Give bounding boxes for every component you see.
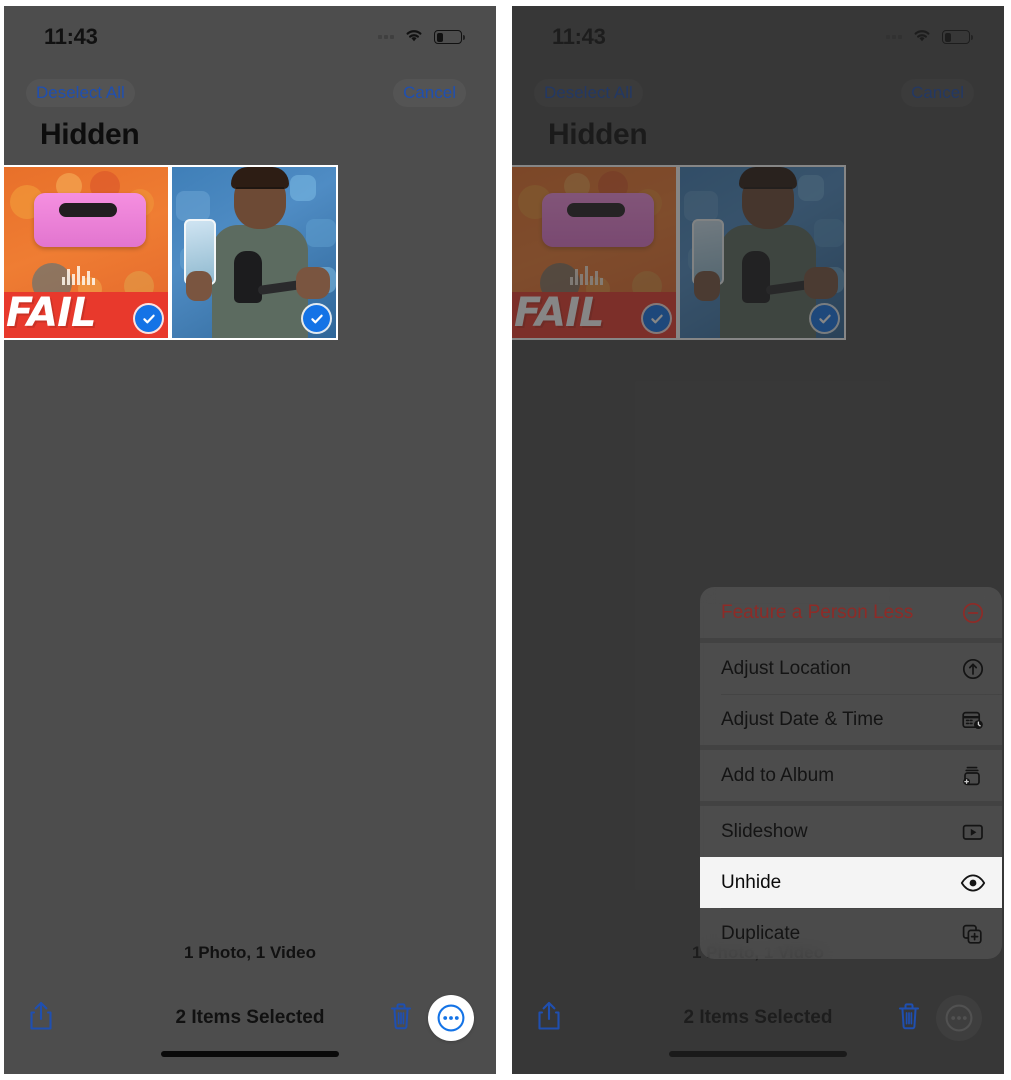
photo-thumbnail-fail-poster[interactable]: FAIL — [512, 167, 676, 338]
eye-icon — [960, 870, 986, 896]
wifi-icon — [911, 27, 933, 48]
home-indicator — [161, 1051, 339, 1057]
minus-circle-icon — [960, 600, 986, 626]
selection-check-icon[interactable] — [303, 305, 330, 332]
page-title: Hidden — [548, 118, 648, 151]
add-to-album-icon — [960, 763, 986, 789]
more-ellipsis-icon — [437, 1004, 465, 1032]
selection-toolbar-left: 2 Items Selected — [4, 992, 496, 1044]
slideshow-play-icon — [960, 819, 986, 845]
status-indicators — [378, 27, 465, 48]
nav-bar-left: Deselect All Cancel — [4, 72, 496, 114]
menu-item-label: Adjust Date & Time — [721, 708, 884, 730]
menu-item-label: Unhide — [721, 871, 782, 893]
video-thumbnail-person-mic[interactable] — [680, 167, 844, 338]
photo-grid: FAIL — [4, 165, 338, 340]
share-button[interactable] — [28, 1000, 54, 1037]
nav-bar-right: Deselect All Cancel — [512, 72, 1004, 114]
page-title: Hidden — [40, 118, 140, 151]
battery-low-icon — [434, 30, 465, 44]
menu-item-add-to-album[interactable]: Add to Album — [700, 750, 1002, 801]
battery-low-icon — [942, 30, 973, 44]
menu-item-label: Slideshow — [721, 820, 808, 842]
cancel-button[interactable]: Cancel — [393, 79, 466, 107]
trash-button[interactable] — [896, 1001, 922, 1036]
photo-context-menu: Feature a Person Less Adjust Location Ad… — [700, 587, 1002, 959]
location-arrow-circle-icon — [960, 656, 986, 682]
menu-item-adjust-location[interactable]: Adjust Location — [700, 643, 1002, 694]
trash-icon — [898, 1002, 920, 1029]
share-icon — [538, 1001, 560, 1030]
share-button[interactable] — [536, 1000, 562, 1037]
share-icon — [30, 1001, 52, 1030]
more-options-button[interactable] — [936, 995, 982, 1041]
selection-check-icon[interactable] — [643, 305, 670, 332]
wifi-icon — [403, 27, 425, 48]
cellular-signal-icon — [378, 35, 394, 39]
trash-icon — [390, 1002, 412, 1029]
screenshot-stage: 11:43 Deselect All Cancel Hidden FAIL 1 … — [0, 0, 1011, 1080]
phone-screen-left: 11:43 Deselect All Cancel Hidden FAIL 1 … — [4, 6, 496, 1074]
home-indicator — [669, 1051, 847, 1057]
more-ellipsis-icon — [945, 1004, 973, 1032]
thumbnail-overlay-text: FAIL — [6, 290, 96, 336]
photo-grid: FAIL — [512, 165, 846, 340]
menu-item-adjust-date-time[interactable]: Adjust Date & Time — [700, 694, 1002, 745]
status-bar-right: 11:43 — [512, 20, 1004, 54]
menu-item-label: Add to Album — [721, 764, 835, 786]
menu-group: Slideshow Unhide Duplicate — [700, 801, 1002, 959]
trash-button[interactable] — [388, 1001, 414, 1036]
status-indicators — [886, 27, 973, 48]
menu-item-label: Duplicate — [721, 922, 801, 944]
menu-group: Add to Album — [700, 745, 1002, 801]
deselect-all-button[interactable]: Deselect All — [534, 79, 643, 107]
status-time: 11:43 — [44, 24, 98, 49]
menu-item-label: Adjust Location — [721, 657, 851, 679]
status-time: 11:43 — [552, 24, 606, 49]
menu-item-unhide[interactable]: Unhide — [700, 857, 1002, 908]
photo-thumbnail-fail-poster[interactable]: FAIL — [4, 167, 168, 338]
menu-item-duplicate[interactable]: Duplicate — [700, 908, 1002, 959]
menu-item-slideshow[interactable]: Slideshow — [700, 806, 1002, 857]
more-options-button[interactable] — [428, 995, 474, 1041]
selection-check-icon[interactable] — [811, 305, 838, 332]
selection-check-icon[interactable] — [135, 305, 162, 332]
selection-toolbar-right: 2 Items Selected — [512, 992, 1004, 1044]
video-thumbnail-person-mic[interactable] — [172, 167, 336, 338]
menu-group: Feature a Person Less — [700, 587, 1002, 638]
calendar-clock-icon — [960, 707, 986, 733]
cancel-button[interactable]: Cancel — [901, 79, 974, 107]
deselect-all-button[interactable]: Deselect All — [26, 79, 135, 107]
menu-item-feature-a-person-less[interactable]: Feature a Person Less — [700, 587, 1002, 638]
item-count-label: 1 Photo, 1 Video — [184, 943, 316, 962]
menu-group: Adjust Location Adjust Date & Time — [700, 638, 1002, 745]
thumbnail-overlay-text: FAIL — [514, 290, 604, 336]
phone-screen-right: 11:43 Deselect All Cancel Hidden FAIL 1 … — [512, 6, 1004, 1074]
cellular-signal-icon — [886, 35, 902, 39]
duplicate-icon — [960, 921, 986, 947]
status-bar-left: 11:43 — [4, 20, 496, 54]
menu-item-label: Feature a Person Less — [721, 601, 914, 623]
